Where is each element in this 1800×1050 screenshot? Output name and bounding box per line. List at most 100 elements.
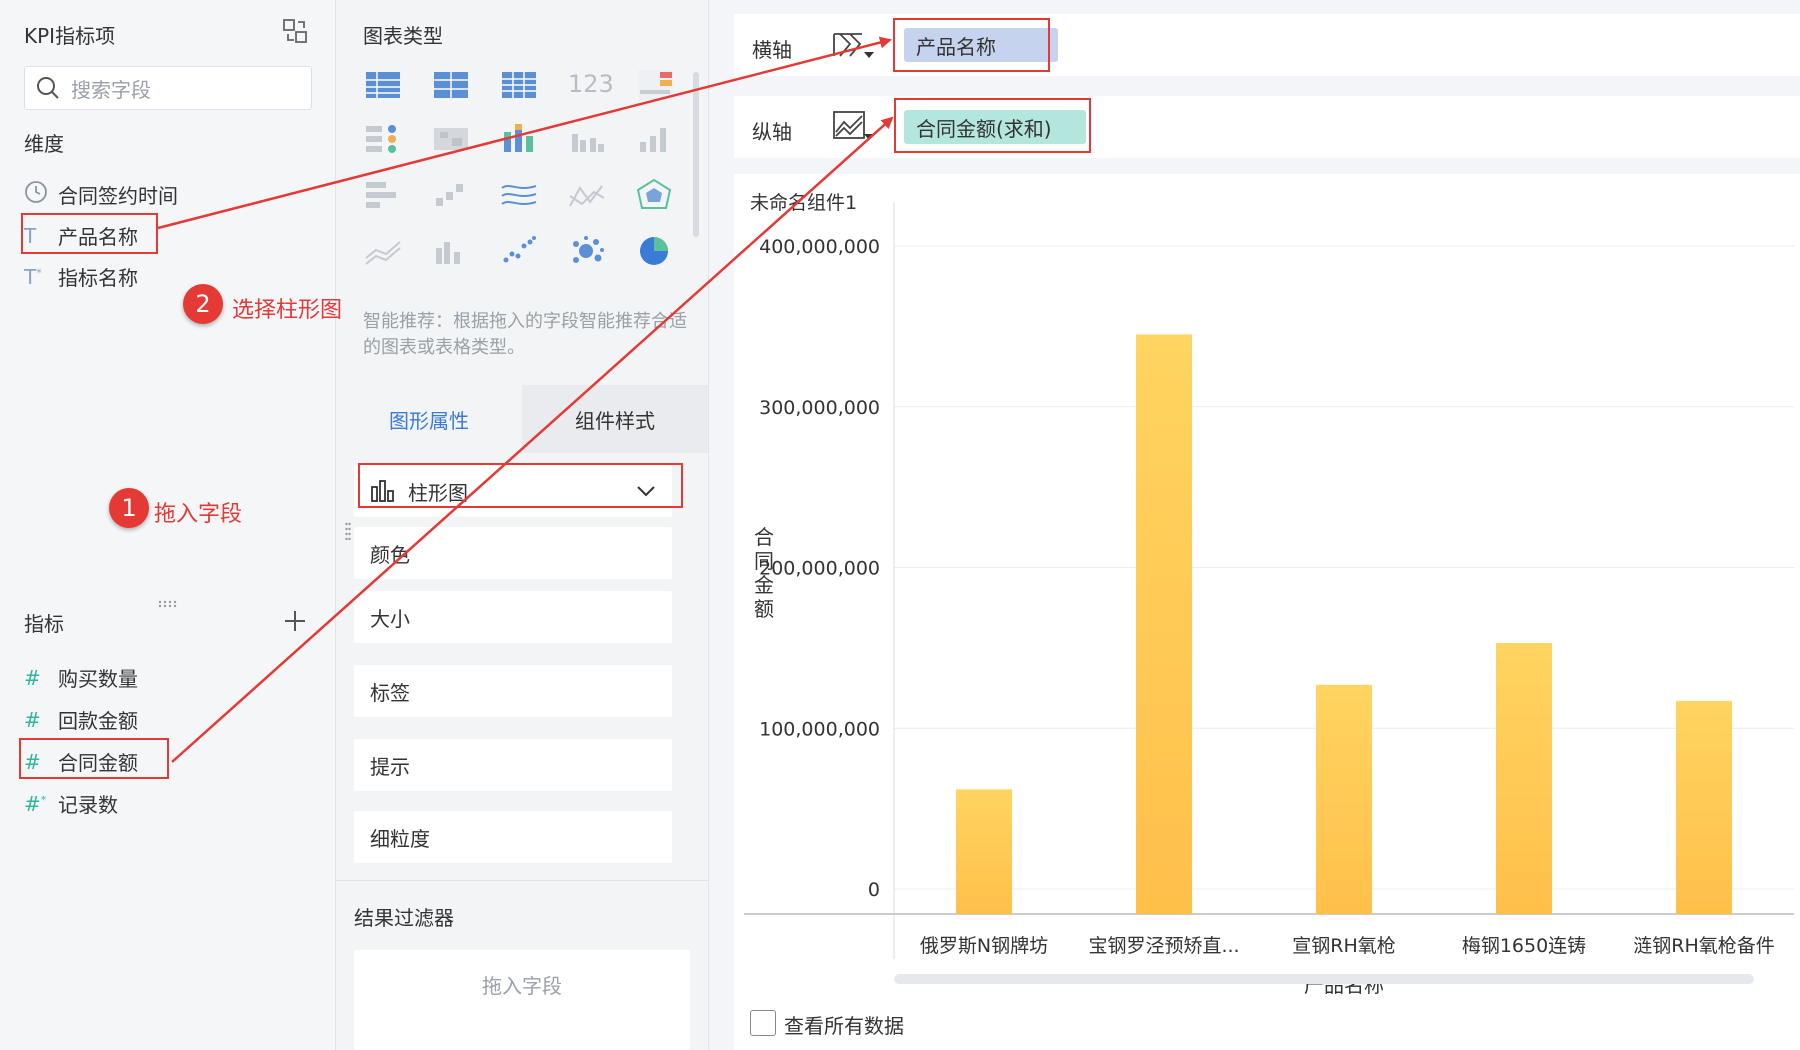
heatmap-table-icon[interactable] (432, 122, 472, 156)
stacked-bar-icon[interactable] (500, 122, 540, 156)
filter-drop-label: 拖入字段 (482, 974, 562, 998)
y-tick-label: 400,000,000 (759, 236, 880, 258)
resize-handle[interactable] (157, 593, 179, 608)
box-bar-icon[interactable] (432, 234, 472, 268)
x-tick-label: 宝钢罗泾预矫直... (1088, 935, 1239, 957)
column-chart-icon[interactable] (636, 122, 676, 156)
y-tick-label: 300,000,000 (759, 397, 880, 419)
bar (1136, 334, 1192, 915)
filter-drop-zone[interactable]: 拖入字段 (354, 950, 690, 1050)
view-all-label: 查看所有数据 (784, 1014, 904, 1038)
clock-icon (24, 180, 58, 209)
result-filter-title: 结果过滤器 (354, 906, 454, 930)
y-axis-title-char: 额 (754, 597, 774, 621)
step-1-text: 拖入字段 (154, 502, 243, 527)
measure-label: 回款金额 (58, 709, 138, 733)
bubble-chart-icon[interactable] (568, 234, 608, 268)
y-tick-label: 200,000,000 (759, 558, 880, 580)
panel-title: KPI指标项 (24, 24, 116, 48)
dimension-label: 指标名称 (58, 266, 138, 290)
highlight-chart-type (358, 463, 683, 508)
y-tick-label: 0 (868, 879, 880, 901)
property-list: 柱形图 颜色 大小 标签 提示 细粒度 (336, 465, 708, 865)
y-axis-title-char: 同 (754, 549, 774, 573)
axis-sort-icon[interactable] (832, 28, 876, 62)
bar-table-icon[interactable] (364, 178, 404, 212)
horizontal-scrollbar[interactable] (894, 974, 1754, 984)
bar (1316, 684, 1372, 914)
measure-item-quantity[interactable]: # 购买数量 (24, 663, 138, 692)
radar-chart-icon[interactable] (636, 178, 676, 212)
search-icon (37, 77, 59, 99)
search-input[interactable]: 搜索字段 (71, 74, 151, 103)
y-axis-title-char: 合 (754, 525, 774, 549)
hash-icon: # (24, 707, 41, 732)
property-tabs: 图形属性 组件样式 (336, 385, 708, 453)
scatter-chart-icon[interactable] (500, 234, 540, 268)
x-axis-label: 横轴 (752, 38, 792, 62)
chart-type-grid: 123 (364, 68, 684, 308)
measure-label: 购买数量 (58, 667, 138, 691)
bar (1676, 700, 1732, 914)
dot-matrix-icon[interactable] (364, 122, 404, 156)
bar-chart: 0 100,000,000 200,000,000 300,000,000 400,00… (744, 202, 1794, 997)
area-chart-icon[interactable] (364, 234, 404, 268)
cross-table-icon[interactable] (364, 68, 404, 102)
chart-canvas-area: 横轴 产品名称 纵轴 合同金额(求和) 未命名组件1 0 100,000,000 2… (709, 0, 1800, 1050)
bar (956, 789, 1012, 914)
step-1-badge: 1 (109, 488, 149, 528)
drag-handle-icon[interactable] (345, 522, 351, 541)
dimensions-title: 维度 (24, 132, 64, 156)
dimension-item-kpi-name[interactable]: T* 指标名称 (24, 262, 138, 291)
detail-table-icon[interactable] (500, 68, 540, 102)
hash-icon: #* (24, 791, 47, 816)
measures-title: 指标 (24, 612, 64, 636)
y-axis-label: 纵轴 (752, 120, 792, 144)
chart-widget: 未命名组件1 0 100,000,000 200,000,000 300,000,00… (734, 174, 1800, 1050)
kpi-card-icon[interactable] (636, 68, 676, 102)
x-tick-label: 俄罗斯N钢牌坊 (920, 935, 1048, 957)
property-color[interactable]: 颜色 (354, 527, 672, 579)
dimension-label: 合同签约时间 (58, 184, 178, 208)
y-tick-label: 100,000,000 (759, 718, 880, 740)
property-granularity[interactable]: 细粒度 (354, 811, 672, 863)
chart-types-title: 图表类型 (363, 24, 443, 48)
bar (1496, 643, 1552, 914)
view-all-checkbox[interactable] (750, 1010, 776, 1036)
chart-types-scrollbar[interactable] (693, 72, 699, 237)
step-2-text: 选择柱形图 (232, 298, 343, 323)
kpi-number-icon[interactable]: 123 (568, 70, 614, 98)
smart-recommend-hint: 智能推荐：根据拖入的字段智能推荐合适的图表或表格类型。 (363, 311, 687, 358)
waterfall-icon[interactable] (432, 178, 472, 212)
measure-item-payback[interactable]: # 回款金额 (24, 705, 138, 734)
dual-axis-line-icon[interactable] (568, 178, 608, 212)
measure-label: 记录数 (58, 793, 118, 817)
property-size[interactable]: 大小 (354, 591, 672, 643)
chart-settings-panel: 图表类型 123 智能推荐：根据拖入的字段智能推荐合适的图表或表格类型。 图形属… (336, 0, 709, 1050)
axis-chart-type-icon[interactable] (832, 110, 876, 144)
x-tick-label: 宣钢RH氧枪 (1292, 935, 1396, 957)
switch-dataset-icon[interactable] (282, 18, 308, 44)
property-tooltip[interactable]: 提示 (354, 739, 672, 791)
tab-component-style[interactable]: 组件样式 (522, 385, 708, 453)
highlight-contract-field (19, 738, 169, 779)
x-tick-label: 涟钢RH氧枪备件 (1633, 935, 1775, 957)
highlight-product-field (21, 213, 158, 254)
field-search[interactable]: 搜索字段 (24, 66, 312, 110)
dimension-item-sign-time[interactable]: 合同签约时间 (24, 180, 178, 209)
pie-chart-icon[interactable] (636, 234, 676, 268)
property-label[interactable]: 标签 (354, 665, 672, 717)
highlight-x-pill (893, 18, 1050, 72)
step-2-badge: 2 (183, 284, 223, 324)
y-axis-title-char: 金 (754, 573, 774, 597)
highlight-y-pill (894, 98, 1091, 153)
hash-icon: # (24, 665, 41, 690)
grouped-bar-icon[interactable] (568, 122, 608, 156)
multi-line-icon[interactable] (500, 178, 540, 212)
tab-graphic-properties[interactable]: 图形属性 (336, 385, 522, 453)
x-tick-label: 梅钢1650连铸 (1462, 935, 1586, 957)
text-type-icon: T* (24, 264, 42, 289)
add-measure-icon[interactable] (282, 608, 308, 634)
measure-item-record-count[interactable]: #* 记录数 (24, 789, 118, 818)
group-table-icon[interactable] (432, 68, 472, 102)
